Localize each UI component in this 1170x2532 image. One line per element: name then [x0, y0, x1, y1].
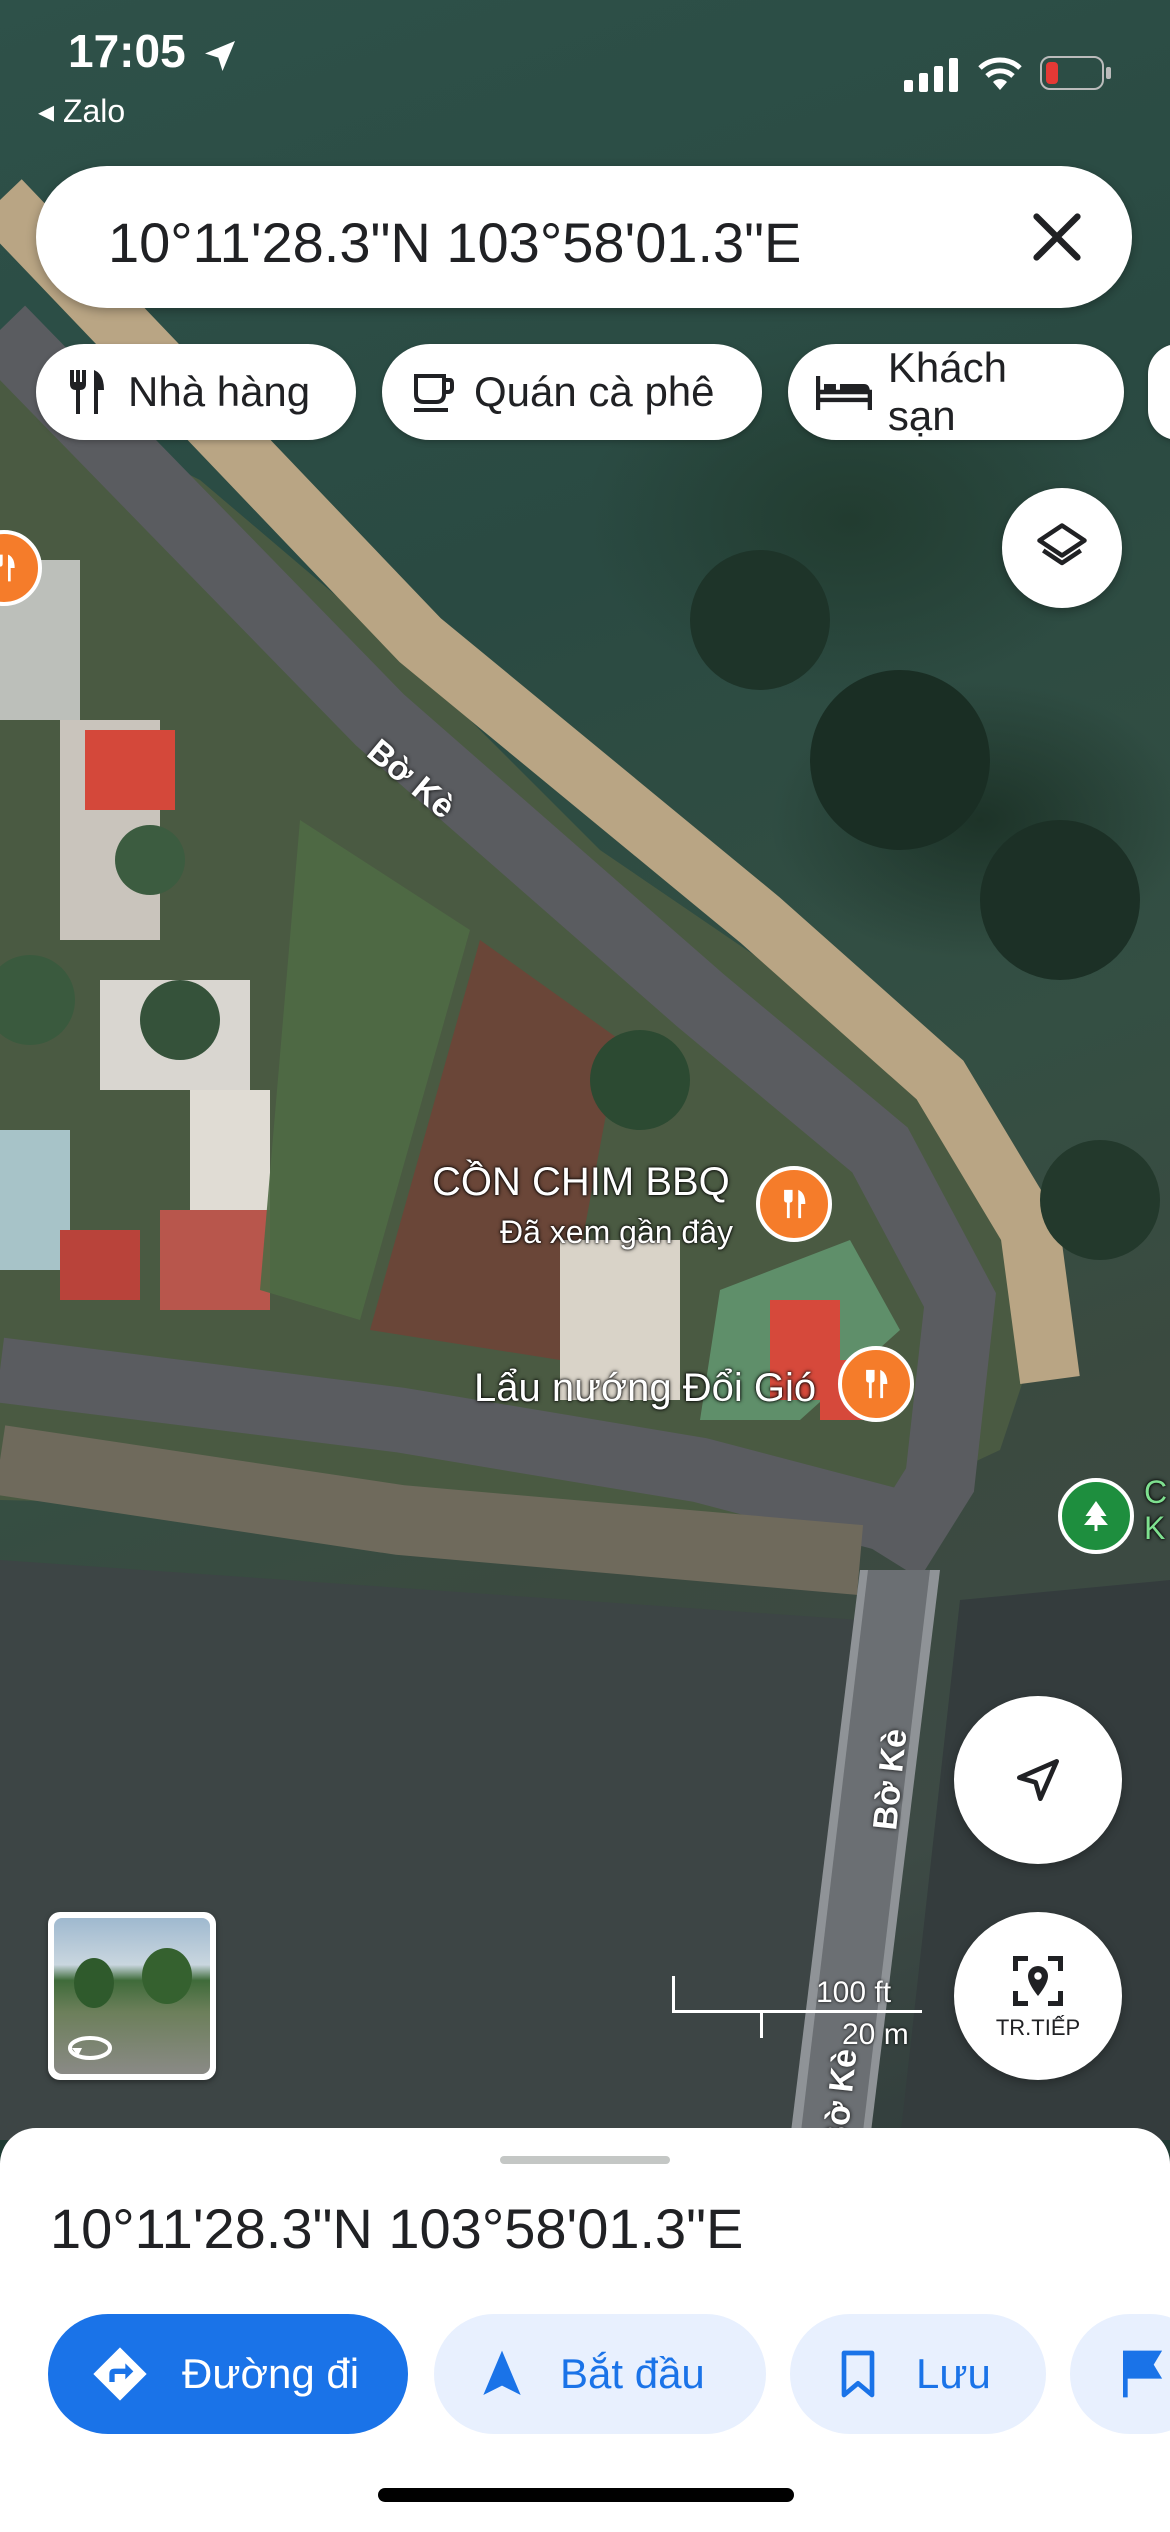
status-time: 17:05	[68, 25, 186, 77]
cellular-signal-icon	[904, 58, 958, 92]
chip-label: Khách sạn	[887, 344, 1007, 439]
flag-icon	[1123, 2350, 1163, 2398]
save-label: Lưu	[916, 2350, 991, 2397]
chip-label: Quán cà phê	[474, 368, 715, 415]
layers-icon	[1037, 523, 1087, 566]
coffee-cup-icon	[414, 374, 454, 412]
wifi-icon	[978, 57, 1022, 90]
directions-button[interactable]: Đường đi	[48, 2314, 408, 2434]
fork-knife-icon	[866, 1369, 888, 1399]
scale-bar: 100 ft 20 m	[672, 1976, 942, 2051]
place-title: 10°11'28.3"N 103°58'01.3"E	[50, 2197, 744, 2260]
search-bar[interactable]: 10°11'28.3"N 103°58'01.3"E	[36, 166, 1132, 308]
chip-label: Nhà hàng	[128, 368, 311, 415]
chip-restaurants[interactable]: Nhà hàng	[36, 344, 356, 440]
my-location-button[interactable]	[954, 1696, 1122, 1864]
nearby-label: TR.TIẾP	[995, 2015, 1081, 2040]
directions-icon	[93, 2347, 147, 2401]
bookmark-icon	[841, 2350, 875, 2398]
share-button-partial[interactable]	[1070, 2314, 1170, 2434]
back-triangle-icon: ◂	[38, 93, 63, 129]
park-pin[interactable]	[1058, 1478, 1134, 1554]
tree-icon	[1084, 1501, 1108, 1531]
street-view-image	[54, 1918, 210, 2074]
start-button[interactable]: Bắt đầu	[434, 2314, 766, 2434]
start-label: Bắt đầu	[560, 2350, 705, 2397]
chip-coffee[interactable]: Quán cà phê	[382, 344, 762, 440]
park-label-partial[interactable]: C K	[1144, 1474, 1167, 1546]
save-button[interactable]: Lưu	[790, 2314, 1046, 2434]
home-indicator[interactable]	[378, 2488, 794, 2502]
fork-knife-icon	[784, 1189, 806, 1219]
fork-knife-icon	[0, 554, 15, 582]
scale-ft: 100 ft	[816, 1976, 892, 2009]
back-to-app[interactable]: ◂ Zalo	[38, 92, 125, 130]
place-subtitle: Đã xem gần đây	[500, 1214, 734, 1250]
layers-button[interactable]	[1002, 488, 1122, 608]
back-app-label: Zalo	[62, 93, 126, 129]
nearby-button[interactable]: TR.TIẾP	[954, 1912, 1122, 2080]
restaurant-pin[interactable]	[838, 1346, 914, 1422]
fork-knife-icon	[70, 370, 104, 414]
directions-label: Đường đi	[182, 2350, 360, 2397]
rotate-360-icon	[68, 2036, 112, 2060]
restaurant-pin[interactable]	[756, 1166, 832, 1242]
drag-handle[interactable]	[500, 2156, 670, 2164]
location-arrow-icon	[205, 41, 235, 71]
place-bottom-sheet[interactable]: 10°11'28.3"N 103°58'01.3"E Đường đi Bắt …	[0, 2128, 1170, 2532]
navigation-outline-icon	[1017, 1759, 1059, 1801]
place-name[interactable]: Lẩu nướng Đổi Gió	[474, 1366, 816, 1411]
place-name[interactable]: CỒN CHIM BBQ	[432, 1160, 730, 1205]
bed-icon	[816, 376, 872, 410]
scale-m: 20 m	[842, 2018, 909, 2051]
chip-hotels[interactable]: Khách sạn	[788, 344, 1124, 440]
lens-pin-icon	[1013, 1956, 1063, 2006]
street-view-thumbnail[interactable]	[48, 1912, 216, 2080]
battery-low-icon	[1040, 56, 1111, 90]
close-icon[interactable]	[1022, 202, 1092, 272]
navigation-arrow-icon	[483, 2350, 521, 2395]
status-bar: 17:05 ◂ Zalo	[0, 0, 1170, 140]
search-input[interactable]: 10°11'28.3"N 103°58'01.3"E	[108, 210, 801, 275]
